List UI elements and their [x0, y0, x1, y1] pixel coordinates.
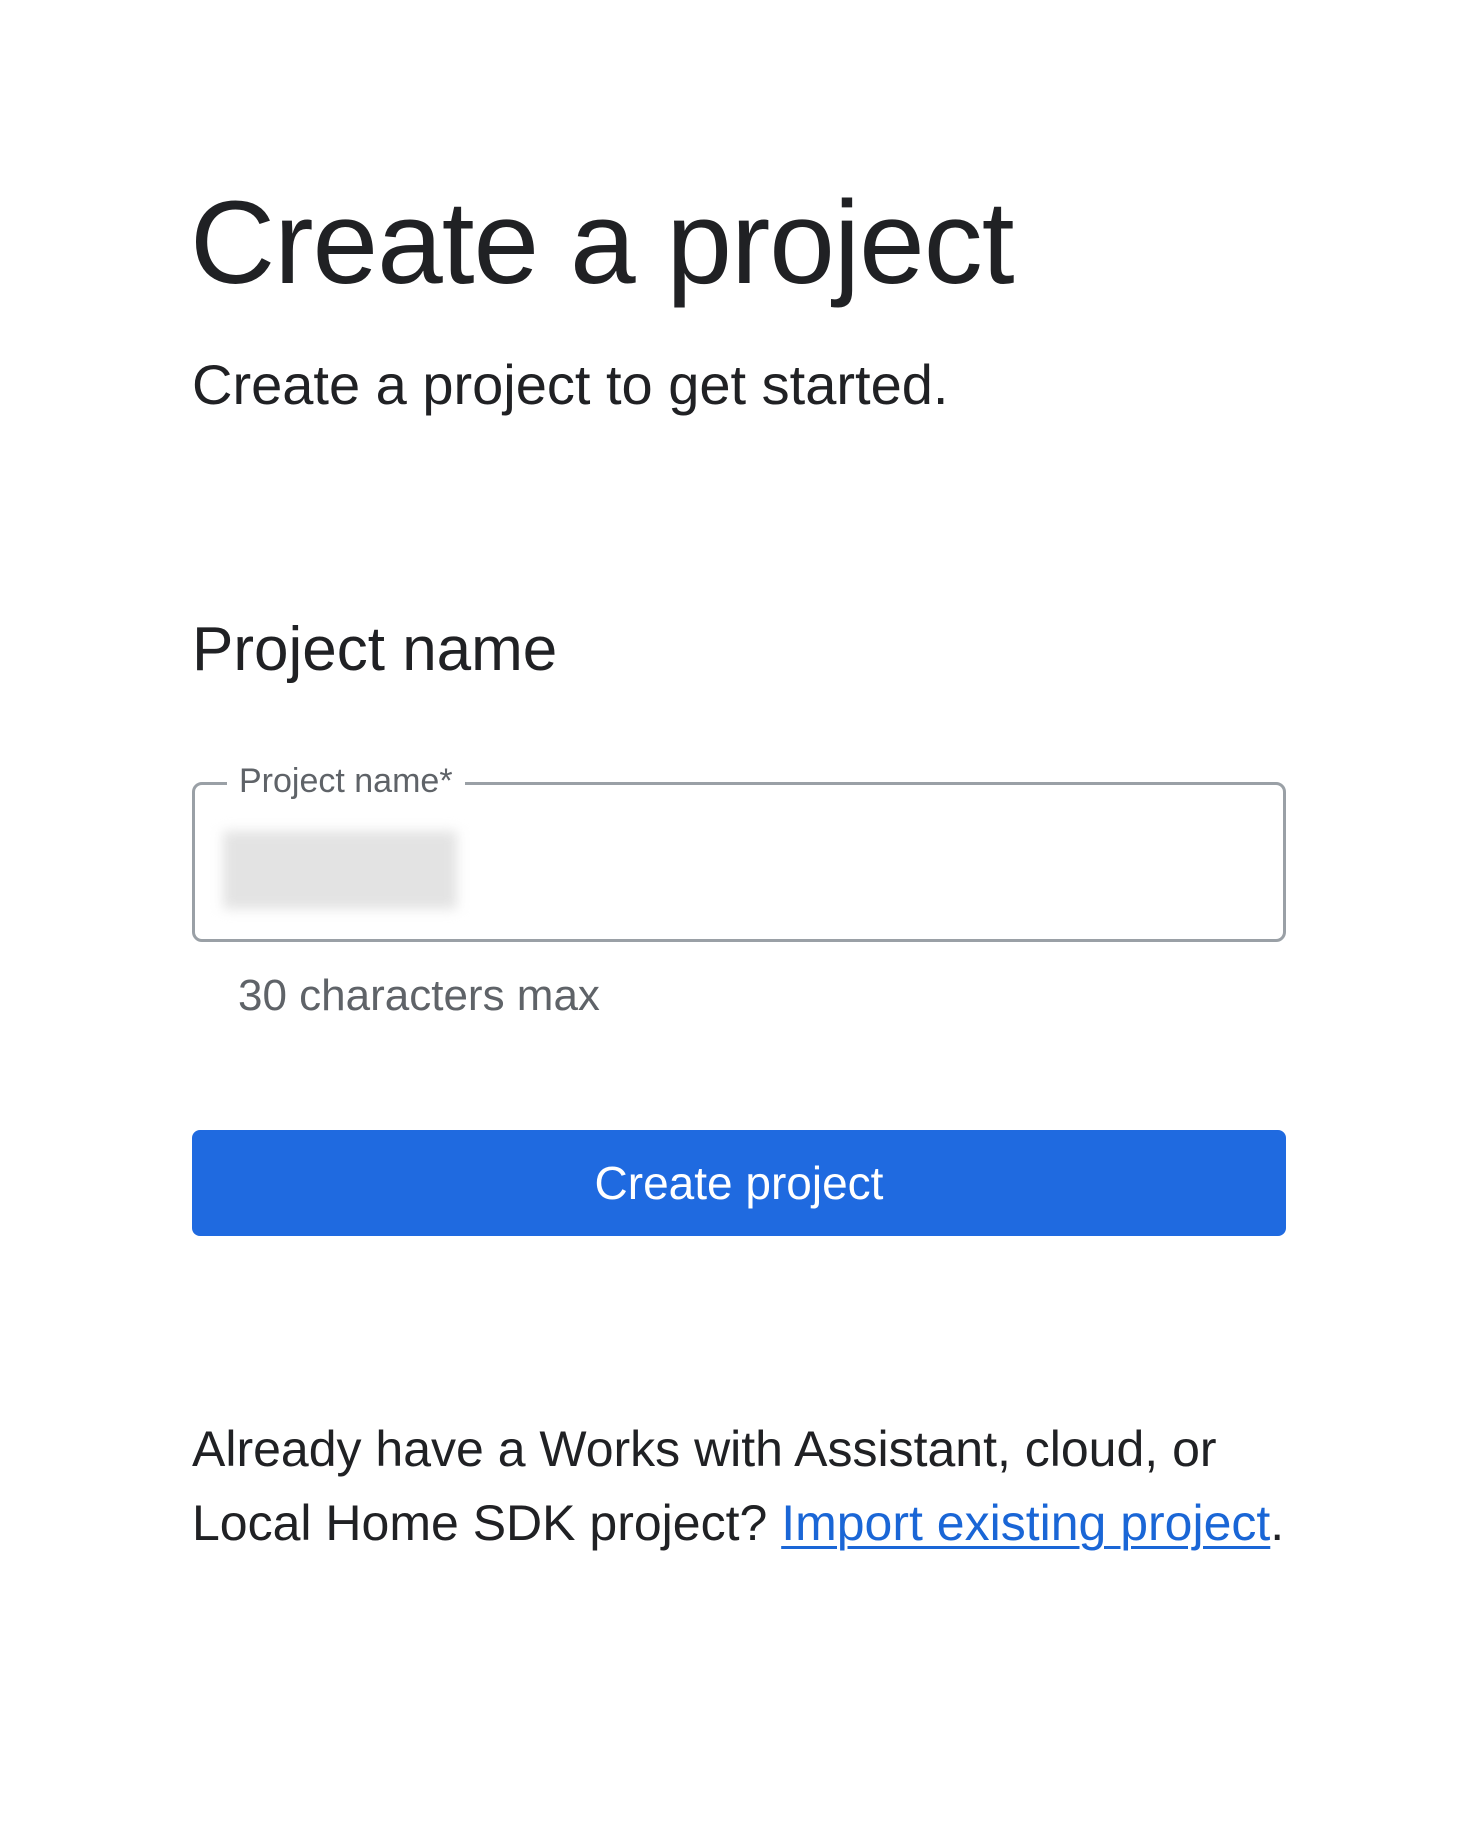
create-project-button[interactable]: Create project: [192, 1130, 1286, 1236]
create-project-page: Create a project Create a project to get…: [0, 0, 1476, 1826]
import-message-period: .: [1270, 1495, 1285, 1551]
project-name-field-label: Project name*: [227, 759, 465, 803]
project-name-heading: Project name: [192, 615, 558, 684]
project-name-input[interactable]: [223, 831, 457, 909]
page-title: Create a project: [190, 177, 1015, 309]
project-name-field: Project name*: [192, 759, 1286, 942]
page-subtitle: Create a project to get started.: [192, 353, 949, 416]
import-existing-project-link[interactable]: Import existing project: [781, 1495, 1270, 1551]
import-existing-message: Already have a Works with Assistant, clo…: [192, 1412, 1302, 1560]
character-limit-helper: 30 characters max: [238, 971, 600, 1020]
